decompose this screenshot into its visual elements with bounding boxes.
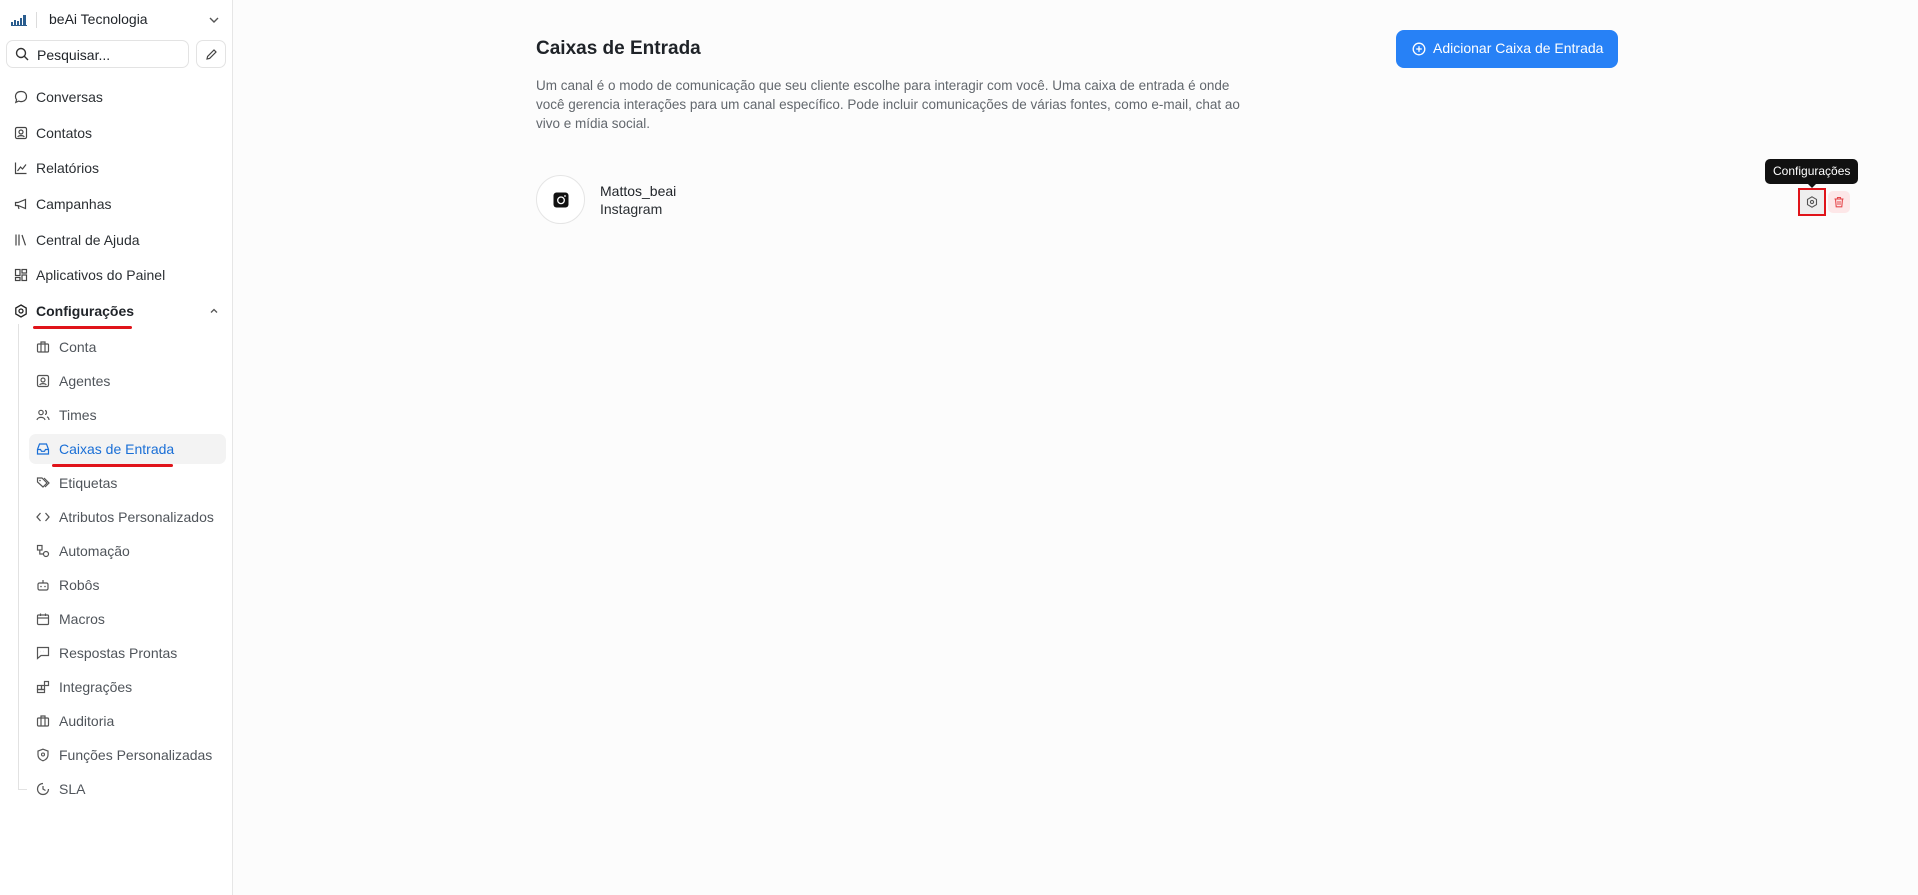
annotation-underline: [52, 464, 173, 467]
account-divider: [36, 12, 37, 28]
page-title: Caixas de Entrada: [536, 38, 701, 59]
blocks-icon: [36, 680, 50, 694]
sidebar-item-times[interactable]: Times: [29, 400, 226, 430]
sidebar-item-label: Macros: [59, 611, 105, 627]
search-icon: [15, 47, 29, 61]
chevron-down-icon: [209, 17, 219, 23]
inbox-delete-button[interactable]: [1828, 191, 1850, 213]
inbox-avatar: [536, 175, 585, 224]
sidebar-item-label: Integrações: [59, 679, 133, 695]
sidebar-item-automacao[interactable]: Automação: [29, 536, 226, 566]
sidebar-item-campanhas[interactable]: Campanhas: [8, 189, 226, 219]
add-inbox-button[interactable]: Adicionar Caixa de Entrada: [1396, 30, 1618, 68]
sidebar-item-label: Etiquetas: [59, 475, 118, 491]
app-root: beAi Tecnologia Pesquisar... Conversas C…: [0, 0, 1918, 895]
brand-logo-icon: [11, 15, 27, 26]
sidebar-item-label: Respostas Prontas: [59, 645, 178, 661]
sidebar-item-label: Central de Ajuda: [36, 232, 140, 248]
sidebar-item-respostas-prontas[interactable]: Respostas Prontas: [29, 638, 226, 668]
users-icon: [36, 409, 50, 421]
automation-icon: [36, 544, 50, 558]
account-switcher[interactable]: beAi Tecnologia: [0, 6, 233, 34]
sidebar-item-auditoria[interactable]: Auditoria: [29, 706, 226, 736]
sidebar-item-etiquetas[interactable]: Etiquetas: [29, 468, 226, 498]
agent-icon: [36, 374, 50, 388]
page-description: Um canal é o modo de comunicação que seu…: [536, 78, 1240, 131]
chevron-up-icon: [210, 308, 218, 313]
sidebar-item-label: SLA: [59, 781, 86, 797]
sidebar-item-label: Aplicativos do Painel: [36, 267, 166, 283]
settings-tooltip: Configurações: [1765, 159, 1859, 184]
sidebar-item-label: Conta: [59, 339, 97, 355]
line-chart-icon: [14, 162, 27, 175]
plus-circle-icon: [1412, 42, 1426, 56]
chat-bubble-icon: [14, 90, 28, 104]
sidebar-item-conta[interactable]: Conta: [29, 332, 226, 362]
briefcase-icon: [36, 715, 50, 727]
megaphone-icon: [14, 198, 27, 210]
code-icon: [36, 512, 50, 522]
annotation-underline: [33, 326, 132, 329]
shield-icon: [37, 748, 49, 762]
sidebar-item-integracoes[interactable]: Integrações: [29, 672, 226, 702]
inbox-icon: [36, 443, 50, 455]
compose-button[interactable]: [196, 40, 226, 68]
inbox-row: Mattos_beai Instagram: [536, 175, 1619, 225]
inbox-settings-button[interactable]: [1798, 188, 1826, 216]
sidebar-item-label: Auditoria: [59, 713, 115, 729]
sidebar-item-label: Campanhas: [36, 196, 112, 212]
account-name: beAi Tecnologia: [49, 11, 148, 27]
library-icon: [15, 234, 27, 246]
sidebar-item-label: Contatos: [36, 125, 93, 141]
inbox-channel: Instagram: [600, 201, 663, 217]
settings-icon: [15, 304, 27, 318]
search-input[interactable]: Pesquisar...: [6, 40, 189, 68]
sidebar-item-label: Robôs: [59, 577, 100, 593]
add-inbox-button-label: Adicionar Caixa de Entrada: [1433, 40, 1604, 56]
sidebar-item-caixas-de-entrada[interactable]: Caixas de Entrada: [29, 434, 226, 464]
sidebar-item-funcoes-personalizadas[interactable]: Funções Personalizadas: [29, 740, 226, 770]
sidebar-item-label: Atributos Personalizados: [59, 509, 214, 525]
sidebar-item-sla[interactable]: SLA: [29, 774, 226, 804]
instagram-icon: [553, 192, 569, 208]
sidebar-item-agentes[interactable]: Agentes: [29, 366, 226, 396]
sidebar-item-conversas[interactable]: Conversas: [8, 82, 226, 112]
sidebar-item-contatos[interactable]: Contatos: [8, 118, 226, 148]
calendar-icon: [36, 613, 50, 626]
sidebar-item-atributos-personalizados[interactable]: Atributos Personalizados: [29, 502, 226, 532]
bot-icon: [37, 580, 49, 591]
tags-icon: [36, 477, 50, 488]
main-content: Caixas de Entrada Um canal é o modo de c…: [234, 0, 1918, 895]
search-placeholder: Pesquisar...: [37, 47, 111, 63]
sidebar-item-central-de-ajuda[interactable]: Central de Ajuda: [8, 225, 226, 255]
sidebar-item-label: Configurações: [36, 303, 135, 319]
briefcase-icon: [36, 341, 50, 353]
sidebar: beAi Tecnologia Pesquisar... Conversas C…: [0, 0, 233, 895]
sidebar-item-label: Conversas: [36, 89, 103, 105]
trash-icon: [1834, 196, 1844, 208]
sidebar-item-label: Automação: [59, 543, 130, 559]
tree-line: [18, 324, 19, 790]
sidebar-item-label: Funções Personalizadas: [59, 747, 213, 763]
sidebar-item-label: Times: [59, 407, 97, 423]
gear-icon: [1806, 196, 1818, 208]
contact-card-icon: [14, 126, 28, 140]
sidebar-item-relatorios[interactable]: Relatórios: [8, 153, 226, 183]
sidebar-item-macros[interactable]: Macros: [29, 604, 226, 634]
sidebar-item-label: Agentes: [59, 373, 111, 389]
dashboard-grid-icon: [14, 268, 28, 282]
tree-line-end: [18, 789, 27, 790]
message-square-icon: [36, 646, 50, 660]
inbox-name: Mattos_beai: [600, 183, 677, 199]
pencil-icon: [206, 49, 217, 60]
sidebar-item-robos[interactable]: Robôs: [29, 570, 226, 600]
clock-icon: [36, 782, 50, 796]
sidebar-item-label: Caixas de Entrada: [59, 441, 175, 457]
sidebar-item-aplicativos-do-painel[interactable]: Aplicativos do Painel: [8, 260, 226, 290]
sidebar-item-label: Relatórios: [36, 160, 100, 176]
sidebar-item-configuracoes[interactable]: Configurações: [8, 296, 226, 326]
